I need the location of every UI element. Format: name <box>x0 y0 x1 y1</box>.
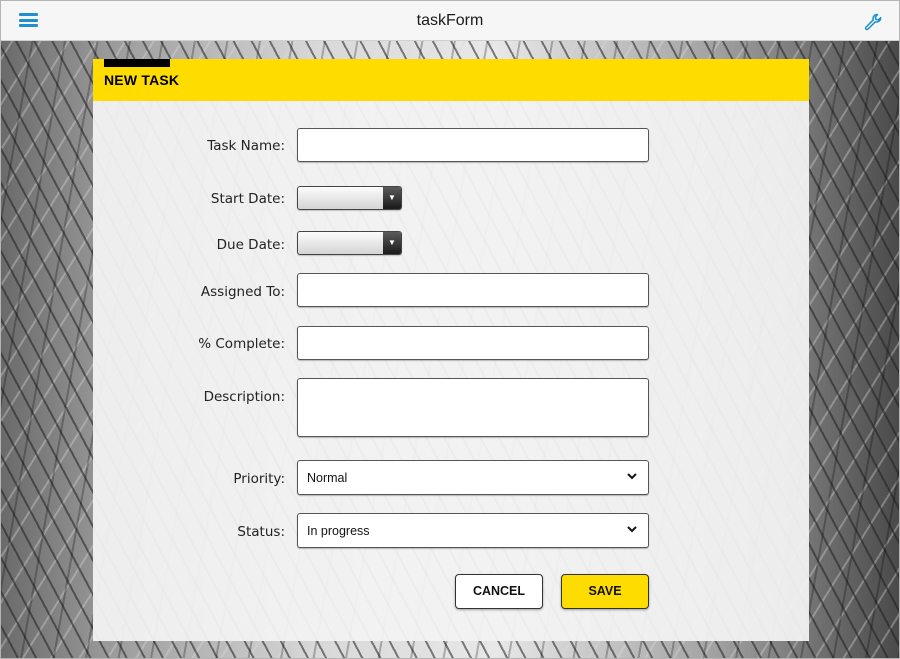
top-bar: taskForm <box>1 1 899 41</box>
due-date-label: Due Date: <box>216 237 285 253</box>
priority-select[interactable]: Normal <box>297 460 649 495</box>
task-name-input[interactable] <box>297 128 649 162</box>
task-name-label: Task Name: <box>207 138 285 154</box>
priority-label: Priority: <box>233 471 285 487</box>
percent-complete-input[interactable] <box>297 326 649 360</box>
assigned-to-input[interactable] <box>297 273 649 307</box>
start-date-label: Start Date: <box>210 191 285 207</box>
description-label: Description: <box>203 389 285 405</box>
cancel-button[interactable]: CANCEL <box>455 574 543 609</box>
app-window: taskForm NEW TASK Task Name: Start Date:… <box>0 0 900 659</box>
chevron-down-icon <box>627 526 637 533</box>
chevron-down-icon <box>627 473 637 480</box>
status-label: Status: <box>237 524 285 540</box>
form-title: NEW TASK <box>104 72 180 88</box>
wrench-icon[interactable] <box>863 12 883 32</box>
app-title: taskForm <box>416 12 484 29</box>
dropdown-arrow-icon[interactable]: ▼ <box>383 187 401 209</box>
new-task-form: NEW TASK Task Name: Start Date: ▼ Due Da… <box>93 59 809 641</box>
form-header: NEW TASK <box>93 59 809 101</box>
priority-value: Normal <box>307 471 348 485</box>
save-button[interactable]: SAVE <box>561 574 649 609</box>
start-date-picker[interactable]: ▼ <box>297 186 402 210</box>
status-value: In progress <box>307 524 370 538</box>
percent-complete-label: % Complete: <box>198 336 285 352</box>
dropdown-arrow-icon[interactable]: ▼ <box>383 232 401 254</box>
status-select[interactable]: In progress <box>297 513 649 548</box>
description-textarea[interactable] <box>297 378 649 437</box>
assigned-to-label: Assigned To: <box>200 284 285 300</box>
due-date-picker[interactable]: ▼ <box>297 231 402 255</box>
header-accent-bar <box>104 59 170 67</box>
